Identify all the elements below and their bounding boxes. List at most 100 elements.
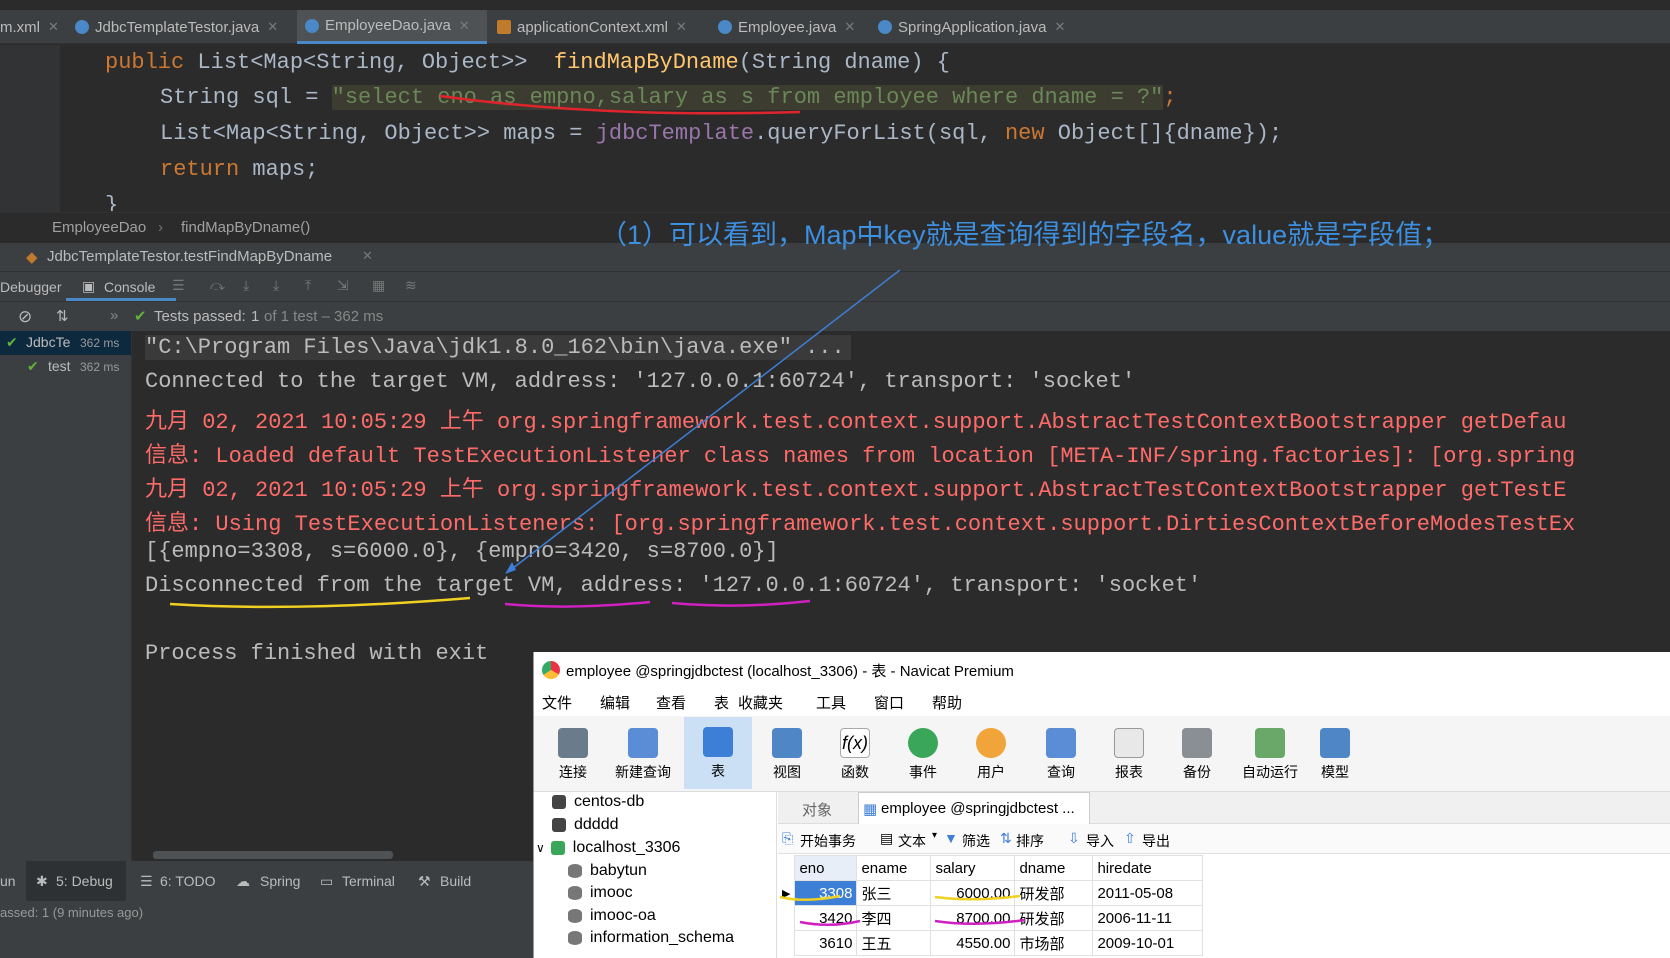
- horizontal-scrollbar[interactable]: [153, 851, 393, 859]
- breadcrumb-class[interactable]: EmployeeDao: [52, 219, 146, 236]
- close-icon[interactable]: ✕: [459, 18, 470, 34]
- database-item[interactable]: babytun: [568, 862, 647, 880]
- tab-todo[interactable]: 6: TODO: [160, 873, 216, 889]
- table-cell[interactable]: 王五: [856, 930, 932, 956]
- tab-debugger[interactable]: Debugger: [0, 279, 62, 295]
- backup-button[interactable]: 备份: [1164, 718, 1230, 788]
- menu-window[interactable]: 窗口: [874, 692, 904, 713]
- menu-edit[interactable]: 编辑: [600, 692, 630, 713]
- table-cell[interactable]: 3420: [794, 905, 858, 931]
- debug-tool-row: Debugger ▣ Console ☰ ⤼ ⤓ ⤓ ⤒ ⇲ ▦ ≋: [0, 271, 1670, 301]
- table-cell[interactable]: 4550.00: [930, 930, 1016, 956]
- table-cell[interactable]: 2009-10-01: [1092, 930, 1204, 956]
- close-icon[interactable]: ✕: [1054, 19, 1065, 35]
- query-button[interactable]: 查询: [1028, 718, 1094, 788]
- new-query-button[interactable]: 新建查询: [610, 718, 676, 788]
- table-cell[interactable]: 6000.00: [930, 880, 1016, 906]
- evaluate-icon[interactable]: ▦: [372, 277, 385, 294]
- tab-build[interactable]: Build: [440, 873, 471, 889]
- menu-file[interactable]: 文件: [542, 692, 572, 713]
- tab-debug[interactable]: 5: Debug: [56, 873, 113, 889]
- table-cell[interactable]: 市场部: [1014, 930, 1094, 956]
- function-button[interactable]: f(x) 函数: [822, 718, 888, 788]
- close-icon[interactable]: ✕: [844, 19, 855, 35]
- table-cell[interactable]: 张三: [856, 880, 932, 906]
- force-step-into-icon[interactable]: ⤓: [273, 277, 279, 294]
- column-header[interactable]: dname: [1014, 855, 1094, 881]
- view-button[interactable]: 视图: [754, 718, 820, 788]
- table-button[interactable]: 表: [684, 717, 752, 789]
- tab-springapplication[interactable]: SpringApplication.java ✕: [878, 10, 1078, 44]
- tab-objects[interactable]: 对象: [802, 799, 832, 820]
- trace-icon[interactable]: ≋: [405, 277, 417, 294]
- test-tree: ✔ JdbcTe 362 ms ✔ test 362 ms: [0, 331, 132, 861]
- connection-item[interactable]: ∨ localhost_3306: [536, 839, 680, 857]
- menu-tools[interactable]: 工具: [816, 692, 846, 713]
- table-cell[interactable]: 2006-11-11: [1092, 905, 1204, 931]
- sort-button[interactable]: 排序: [1016, 831, 1044, 851]
- table-cell[interactable]: 3308: [794, 880, 858, 906]
- table-cell[interactable]: 2011-05-08: [1092, 880, 1204, 906]
- close-icon[interactable]: ✕: [362, 248, 373, 264]
- table-cell[interactable]: 3610: [794, 930, 858, 956]
- menu-table[interactable]: 表: [714, 692, 729, 713]
- test-tree-item[interactable]: ✔ JdbcTe 362 ms: [0, 331, 131, 355]
- tab-jdbctemplatetestor[interactable]: JdbcTemplateTestor.java ✕: [75, 10, 285, 44]
- close-icon[interactable]: ✕: [267, 19, 278, 35]
- tab-employee-table[interactable]: ▦ employee @springjdbctest ...: [858, 792, 1090, 824]
- expand-icon[interactable]: »: [110, 307, 118, 324]
- connection-item[interactable]: centos-db: [552, 793, 644, 811]
- automation-button[interactable]: 自动运行: [1234, 718, 1306, 788]
- model-button[interactable]: 模型: [1302, 718, 1368, 788]
- table-row[interactable]: 3610 王五 4550.00 市场部 2009-10-01: [778, 930, 1204, 956]
- step-over-icon[interactable]: ⤼: [210, 277, 225, 294]
- sort-icon[interactable]: ⇅: [56, 307, 69, 325]
- export-button[interactable]: 导出: [1142, 831, 1170, 851]
- column-header[interactable]: salary: [930, 855, 1016, 881]
- table-cell[interactable]: 研发部: [1014, 905, 1094, 931]
- column-header[interactable]: eno: [794, 855, 858, 881]
- begin-transaction-button[interactable]: 开始事务: [800, 831, 856, 851]
- breadcrumb-method[interactable]: findMapByDname(): [181, 219, 310, 236]
- database-item[interactable]: information_schema: [568, 929, 734, 947]
- table-cell[interactable]: 研发部: [1014, 880, 1094, 906]
- user-button[interactable]: 用户: [958, 718, 1024, 788]
- tab-employee[interactable]: Employee.java ✕: [718, 10, 868, 44]
- connect-button[interactable]: 连接: [540, 718, 606, 788]
- data-grid[interactable]: eno ename salary dname hiredate ▶ 3308 张…: [778, 855, 1204, 956]
- tab-spring[interactable]: Spring: [260, 873, 300, 889]
- filter-button[interactable]: 筛选: [962, 831, 990, 851]
- menu-view[interactable]: 查看: [656, 692, 686, 713]
- table-cell[interactable]: 8700.00: [930, 905, 1016, 931]
- database-item[interactable]: imooc-oa: [568, 907, 656, 925]
- menu-favorites[interactable]: 收藏夹: [738, 692, 783, 713]
- import-button[interactable]: 导入: [1086, 831, 1114, 851]
- table-cell[interactable]: 李四: [856, 905, 932, 931]
- stop-icon[interactable]: ⊘: [18, 307, 32, 327]
- column-header[interactable]: ename: [856, 855, 932, 881]
- tab-m-xml[interactable]: m.xml ✕: [0, 10, 70, 44]
- test-tree-item[interactable]: ✔ test 362 ms: [0, 355, 131, 379]
- event-button[interactable]: 事件: [890, 718, 956, 788]
- run-tab-label[interactable]: JdbcTemplateTestor.testFindMapByDname: [47, 248, 332, 265]
- column-header[interactable]: hiredate: [1092, 855, 1204, 881]
- tab-label: Employee.java: [738, 18, 837, 36]
- table-row[interactable]: ▶ 3308 张三 6000.00 研发部 2011-05-08: [778, 880, 1204, 906]
- tab-applicationcontext[interactable]: applicationContext.xml ✕: [497, 10, 707, 44]
- menu-help[interactable]: 帮助: [932, 692, 962, 713]
- step-out-icon[interactable]: ⤒: [305, 277, 311, 294]
- report-button[interactable]: 报表: [1096, 718, 1162, 788]
- step-into-icon[interactable]: ⤓: [243, 277, 249, 294]
- tab-console[interactable]: Console: [104, 279, 155, 295]
- database-item[interactable]: imooc: [568, 884, 633, 902]
- connection-item[interactable]: ddddd: [552, 816, 619, 834]
- tab-run[interactable]: un: [0, 873, 16, 889]
- run-to-cursor-icon[interactable]: ⇲: [337, 277, 349, 294]
- text-button[interactable]: 文本: [898, 831, 926, 851]
- close-icon[interactable]: ✕: [676, 19, 687, 35]
- table-row[interactable]: 3420 李四 8700.00 研发部 2006-11-11: [778, 905, 1204, 931]
- tab-employeedao[interactable]: EmployeeDao.java ✕: [297, 10, 487, 44]
- tab-terminal[interactable]: Terminal: [342, 873, 395, 889]
- close-icon[interactable]: ✕: [48, 19, 59, 35]
- menu-icon[interactable]: ☰: [172, 277, 185, 294]
